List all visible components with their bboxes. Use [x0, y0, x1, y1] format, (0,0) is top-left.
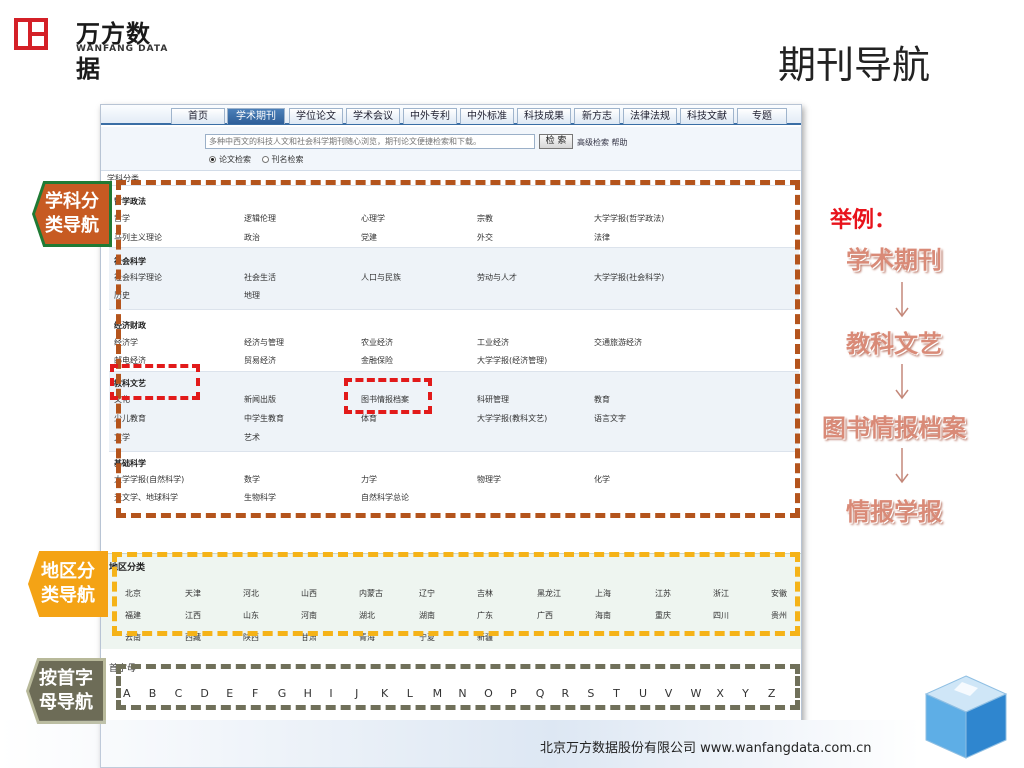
- letter-nav-label-text: 按首字母导航: [39, 668, 93, 713]
- nav-tab-home[interactable]: 首页: [171, 108, 225, 124]
- example-title: 举例：: [830, 208, 897, 233]
- region-highlight-box: [112, 552, 800, 636]
- search-input[interactable]: [205, 134, 535, 149]
- wanfang-logo-icon: [14, 18, 48, 50]
- search-mode-radios: 论文检索 刊名检索: [209, 154, 304, 165]
- down-arrow-icon: [895, 448, 909, 484]
- radio-paper-search[interactable]: [209, 156, 216, 163]
- radio-title-label: 刊名检索: [271, 155, 304, 164]
- region-nav-label: 地区分类导航: [28, 551, 108, 617]
- wanfang-logo: 万方数据 WANFANG DATA: [14, 14, 174, 83]
- letter-highlight-box: [116, 664, 800, 710]
- subject-nav-label-text: 学科分类导航: [45, 191, 99, 236]
- radio-paper-label: 论文检索: [219, 155, 251, 164]
- down-arrow-icon: [895, 364, 909, 400]
- example-step-info-journal: 情报学报: [846, 498, 942, 526]
- nav-tab-local-chronicles[interactable]: 新方志: [574, 108, 620, 124]
- nav-tab-standards[interactable]: 中外标准: [460, 108, 514, 124]
- logo-english-text: WANFANG DATA: [76, 44, 169, 54]
- nav-tab-topics[interactable]: 专题: [737, 108, 787, 124]
- education-highlight-box: [110, 364, 200, 400]
- region-nav-label-text: 地区分类导航: [41, 561, 95, 606]
- cube-logo-icon: [924, 675, 1008, 759]
- subject-nav-label: 学科分类导航: [32, 181, 112, 247]
- nav-tab-theses[interactable]: 学位论文: [289, 108, 343, 124]
- example-step-education: 教科文艺: [846, 330, 942, 358]
- top-nav-bar: 首页 学术期刊 学位论文 学术会议 中外专利 中外标准 科技成果 新方志 法律法…: [101, 105, 801, 125]
- down-arrow-icon: [895, 282, 909, 318]
- advanced-search-help-links[interactable]: 高级检索 帮助: [577, 137, 628, 148]
- library-archives-highlight-box: [344, 378, 432, 414]
- nav-tab-laws[interactable]: 法律法规: [623, 108, 677, 124]
- search-bar: 检 索 高级检索 帮助 论文检索 刊名检索: [101, 127, 801, 171]
- search-button[interactable]: 检 索: [539, 134, 573, 149]
- letter-nav-label: 按首字母导航: [26, 658, 106, 724]
- nav-tab-sci-literature[interactable]: 科技文献: [680, 108, 734, 124]
- example-step-library-archives: 图书情报档案: [822, 414, 966, 442]
- slide-title: 期刊导航: [777, 43, 930, 87]
- example-step-journals: 学术期刊: [846, 246, 942, 274]
- nav-tab-patents[interactable]: 中外专利: [403, 108, 457, 124]
- footer-company: 北京万方数据股份有限公司 www.wanfangdata.com.cn: [540, 741, 872, 756]
- nav-tab-journals[interactable]: 学术期刊: [227, 108, 285, 124]
- nav-tab-achievements[interactable]: 科技成果: [517, 108, 571, 124]
- radio-title-search[interactable]: [261, 156, 269, 163]
- subject-highlight-box: [116, 180, 800, 518]
- nav-tab-conferences[interactable]: 学术会议: [346, 108, 400, 124]
